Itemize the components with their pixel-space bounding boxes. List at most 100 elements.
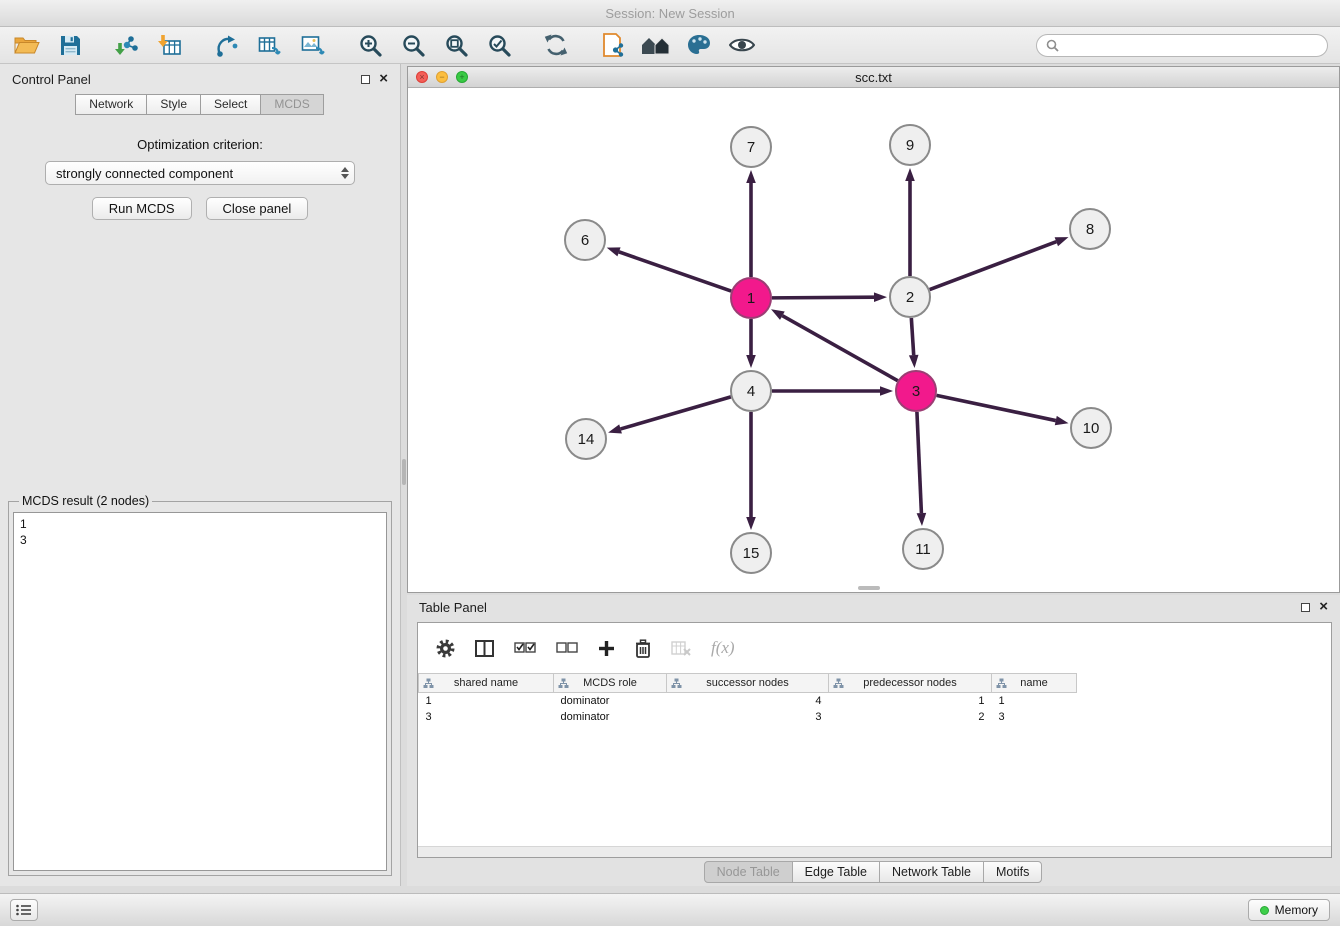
first-neighbors-button[interactable] bbox=[641, 30, 671, 60]
save-session-button[interactable] bbox=[55, 30, 85, 60]
graph-node-2[interactable]: 2 bbox=[890, 277, 930, 317]
graph-edge-4-15[interactable] bbox=[746, 412, 756, 530]
graph-node-3[interactable]: 3 bbox=[896, 371, 936, 411]
delete-column-button[interactable] bbox=[635, 639, 651, 658]
graph-edge-1-4[interactable] bbox=[746, 319, 756, 368]
maximize-window-button[interactable]: + bbox=[456, 71, 468, 83]
apply-style-button[interactable] bbox=[684, 30, 714, 60]
column-header-mcds-role[interactable]: MCDS role bbox=[554, 674, 667, 693]
table-row[interactable]: 3dominator323 bbox=[419, 709, 1077, 725]
graph-node-9[interactable]: 9 bbox=[890, 125, 930, 165]
network-window-titlebar[interactable]: scc.txt × − + bbox=[408, 67, 1339, 88]
criterion-dropdown[interactable]: strongly connected component bbox=[45, 161, 355, 185]
close-window-button[interactable]: × bbox=[416, 71, 428, 83]
eye-icon bbox=[729, 36, 755, 54]
table-cell[interactable]: 2 bbox=[829, 709, 992, 725]
task-history-button[interactable] bbox=[10, 899, 38, 921]
graph-node-10[interactable]: 10 bbox=[1071, 408, 1111, 448]
table-cell[interactable]: 1 bbox=[419, 693, 554, 709]
run-mcds-button[interactable]: Run MCDS bbox=[92, 197, 192, 220]
graph-node-7[interactable]: 7 bbox=[731, 127, 771, 167]
tab-node-table[interactable]: Node Table bbox=[704, 861, 793, 883]
graph-node-11[interactable]: 11 bbox=[903, 529, 943, 569]
show-columns-button[interactable] bbox=[475, 640, 494, 657]
zoom-fit-button[interactable] bbox=[441, 30, 471, 60]
column-header-shared-name[interactable]: shared name bbox=[419, 674, 554, 693]
zoom-out-button[interactable] bbox=[398, 30, 428, 60]
delete-table-icon bbox=[671, 640, 691, 656]
float-panel-icon[interactable] bbox=[361, 75, 370, 84]
graph-edge-2-8[interactable] bbox=[930, 237, 1069, 289]
close-panel-icon[interactable]: × bbox=[379, 74, 388, 84]
table-cell[interactable]: 3 bbox=[667, 709, 829, 725]
zoom-selected-button[interactable] bbox=[484, 30, 514, 60]
status-bar: Memory bbox=[0, 893, 1340, 926]
splitter-handle[interactable] bbox=[402, 459, 406, 485]
graph-node-4[interactable]: 4 bbox=[731, 371, 771, 411]
show-hide-details-button[interactable] bbox=[727, 30, 757, 60]
plus-icon bbox=[598, 640, 615, 657]
new-network-button[interactable] bbox=[212, 30, 242, 60]
table-cell[interactable]: dominator bbox=[554, 693, 667, 709]
network-graph[interactable]: 7 9 6 8 1 2 4 3 10 14 15 11 bbox=[408, 88, 1339, 593]
graph-edge-2-9[interactable] bbox=[905, 168, 915, 276]
memory-button[interactable]: Memory bbox=[1248, 899, 1330, 921]
graph-node-6[interactable]: 6 bbox=[565, 220, 605, 260]
tab-select[interactable]: Select bbox=[200, 94, 261, 115]
table-cell[interactable]: 3 bbox=[419, 709, 554, 725]
tab-network[interactable]: Network bbox=[75, 94, 147, 115]
table-cell[interactable]: 3 bbox=[992, 709, 1077, 725]
create-column-button[interactable] bbox=[598, 640, 615, 657]
minimize-window-button[interactable]: − bbox=[436, 71, 448, 83]
titlebar[interactable]: Session: New Session bbox=[0, 0, 1340, 27]
column-flag-icon bbox=[558, 678, 569, 692]
close-panel-button[interactable]: Close panel bbox=[206, 197, 309, 220]
graph-edge-2-3[interactable] bbox=[909, 318, 919, 368]
table-settings-button[interactable] bbox=[436, 639, 455, 658]
column-header-predecessor-nodes[interactable]: predecessor nodes bbox=[829, 674, 992, 693]
graph-edge-4-14[interactable] bbox=[608, 397, 731, 434]
tab-mcds[interactable]: MCDS bbox=[260, 94, 323, 115]
graph-edge-1-6[interactable] bbox=[607, 247, 731, 291]
open-session-button[interactable] bbox=[12, 30, 42, 60]
graph-node-1[interactable]: 1 bbox=[731, 278, 771, 318]
close-table-panel-icon[interactable]: × bbox=[1319, 602, 1328, 612]
svg-text:10: 10 bbox=[1083, 420, 1100, 437]
graph-node-15[interactable]: 15 bbox=[731, 533, 771, 573]
zoom-in-button[interactable] bbox=[355, 30, 385, 60]
table-cell[interactable]: 4 bbox=[667, 693, 829, 709]
column-header-successor-nodes[interactable]: successor nodes bbox=[667, 674, 829, 693]
table-cell[interactable]: 1 bbox=[829, 693, 992, 709]
table-scrollbar[interactable] bbox=[418, 846, 1331, 857]
graph-edge-3-11[interactable] bbox=[917, 412, 927, 526]
graph-node-8[interactable]: 8 bbox=[1070, 209, 1110, 249]
graph-node-14[interactable]: 14 bbox=[566, 419, 606, 459]
tab-style[interactable]: Style bbox=[146, 94, 201, 115]
column-header-name[interactable]: name bbox=[992, 674, 1077, 693]
import-network-button[interactable] bbox=[112, 30, 142, 60]
table-cell[interactable]: 1 bbox=[992, 693, 1077, 709]
tab-network-table[interactable]: Network Table bbox=[879, 861, 984, 883]
canvas-scroll-handle[interactable] bbox=[858, 586, 880, 590]
select-all-columns-button[interactable] bbox=[514, 641, 536, 655]
table-row[interactable]: 1dominator411 bbox=[419, 693, 1077, 709]
float-table-panel-icon[interactable] bbox=[1301, 603, 1310, 612]
graph-edge-1-7[interactable] bbox=[746, 170, 756, 277]
graph-edge-3-1[interactable] bbox=[771, 309, 898, 380]
apply-layout-button[interactable] bbox=[541, 30, 571, 60]
table-cell[interactable]: dominator bbox=[554, 709, 667, 725]
deselect-all-columns-button[interactable] bbox=[556, 641, 578, 655]
graph-edge-1-2[interactable] bbox=[772, 292, 887, 302]
graph-edge-3-10[interactable] bbox=[937, 395, 1069, 425]
network-canvas[interactable]: 7 9 6 8 1 2 4 3 10 14 15 11 bbox=[408, 88, 1339, 592]
export-table-button[interactable] bbox=[255, 30, 285, 60]
tab-motifs[interactable]: Motifs bbox=[983, 861, 1042, 883]
search-input[interactable] bbox=[1065, 38, 1318, 52]
search-box[interactable] bbox=[1036, 34, 1328, 57]
import-table-button[interactable] bbox=[155, 30, 185, 60]
mcds-result-list[interactable]: 13 bbox=[13, 512, 387, 871]
network-file-button[interactable] bbox=[598, 30, 628, 60]
export-image-button[interactable] bbox=[298, 30, 328, 60]
graph-edge-4-3[interactable] bbox=[772, 386, 893, 396]
tab-edge-table[interactable]: Edge Table bbox=[792, 861, 880, 883]
